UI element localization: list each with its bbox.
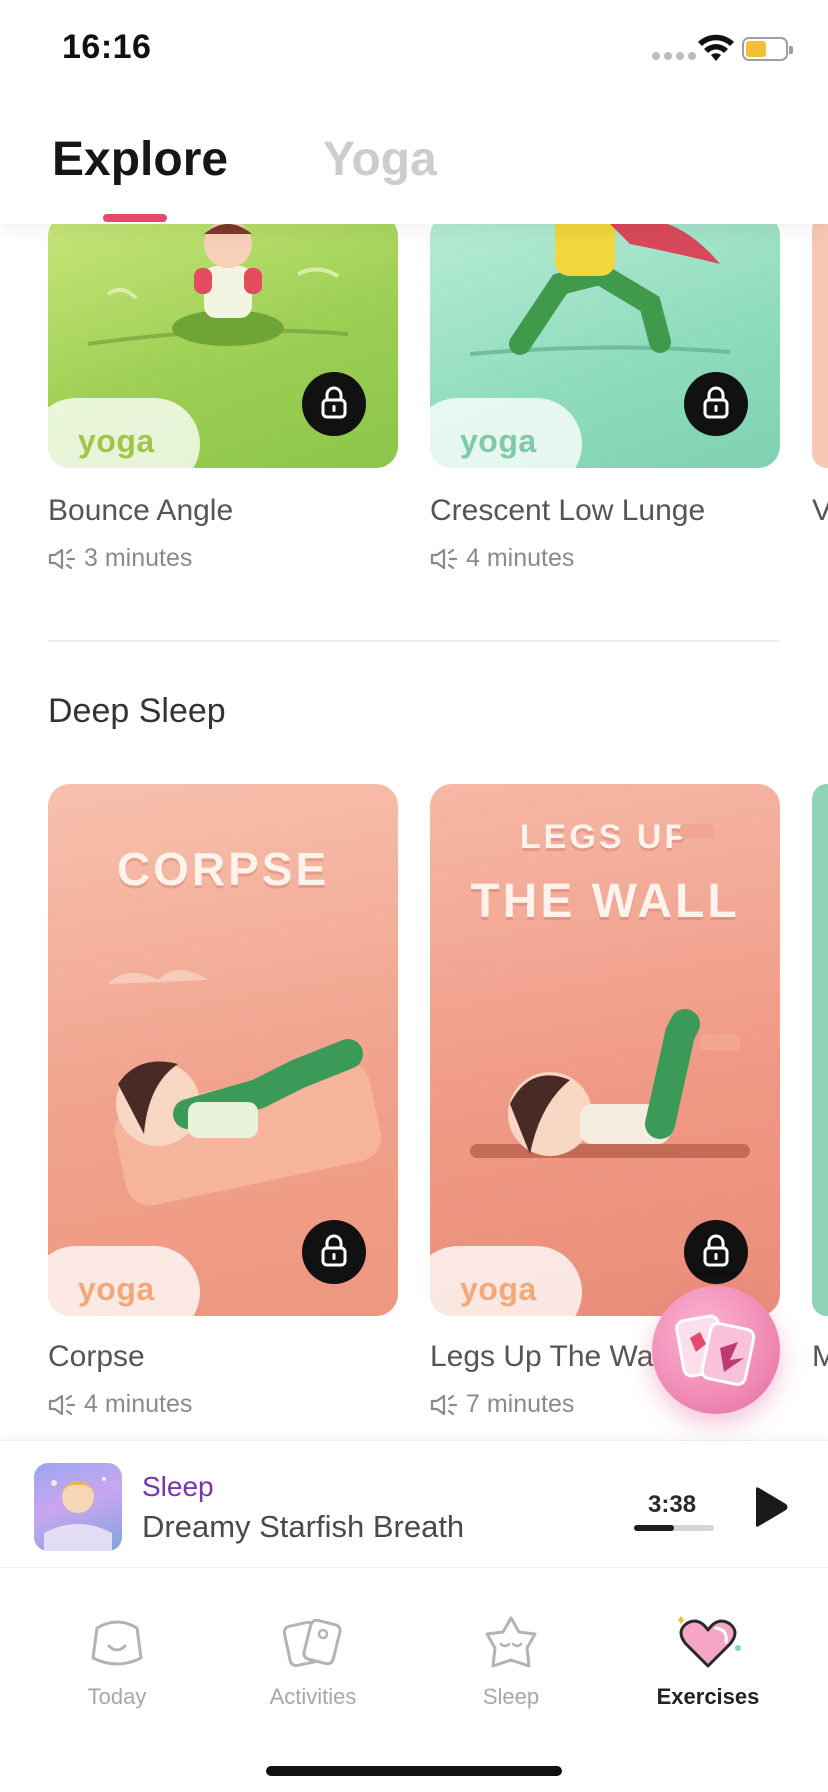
- nav-label: Activities: [269, 1684, 357, 1709]
- audio-icon: [430, 548, 458, 569]
- card-title: Legs Up The Wa: [430, 1340, 654, 1373]
- top-tab-bar: Explore Yoga: [0, 100, 828, 224]
- mini-player[interactable]: Sleep Dreamy Starfish Breath 3:38: [0, 1440, 828, 1568]
- heart-icon: [678, 1616, 741, 1668]
- nav-label: Today: [87, 1684, 147, 1709]
- card-partial[interactable]: [812, 784, 828, 1316]
- play-icon[interactable]: [748, 1485, 792, 1529]
- nav-label: Exercises: [656, 1684, 760, 1709]
- section-divider: [48, 640, 780, 642]
- status-time: 16:16: [62, 28, 152, 66]
- audio-icon: [48, 548, 76, 569]
- active-tab-indicator: [103, 214, 167, 222]
- yoga-label: yoga: [78, 423, 155, 459]
- player-time: 3:38: [648, 1491, 697, 1518]
- home-indicator: [266, 1766, 562, 1776]
- lock-icon: [684, 372, 748, 436]
- card-title: V: [812, 494, 828, 527]
- explore-content[interactable]: yoga yoga Bounce Angle 3 minutes Crescen…: [0, 224, 828, 1440]
- card-duration: 7 minutes: [430, 1390, 574, 1419]
- cards-icon: [282, 1618, 342, 1668]
- tab-explore[interactable]: Explore: [52, 132, 228, 187]
- wifi-icon: [698, 34, 734, 61]
- bottom-nav: Today Activities Sleep Exercises: [0, 1570, 828, 1792]
- player-track-title: Dreamy Starfish Breath: [142, 1509, 465, 1544]
- player-artwork: [34, 1463, 122, 1551]
- lock-icon: [302, 372, 366, 436]
- duration-text: 3 minutes: [84, 544, 193, 572]
- duration-text: 4 minutes: [84, 1390, 193, 1418]
- activity-cards-fab[interactable]: [652, 1286, 780, 1414]
- duration-text: 7 minutes: [466, 1390, 575, 1418]
- nav-item-sleep[interactable]: Sleep: [426, 1614, 596, 1710]
- player-progress-bar[interactable]: [634, 1525, 714, 1531]
- card-title: Crescent Low Lunge: [430, 494, 706, 527]
- audio-icon: [48, 1394, 76, 1415]
- nav-item-activities[interactable]: Activities: [228, 1614, 398, 1710]
- card-crescent-low-lunge[interactable]: yoga: [430, 224, 780, 468]
- nav-item-exercises[interactable]: Exercises: [623, 1614, 793, 1710]
- card-title: Bounce Angle: [48, 494, 234, 527]
- lock-icon: [302, 1220, 366, 1284]
- cellular-signal-icon: [652, 52, 696, 60]
- battery-icon: [742, 37, 793, 61]
- card-bounce-angle[interactable]: yoga: [48, 224, 398, 468]
- yoga-label: yoga: [460, 1271, 537, 1307]
- audio-icon: [430, 1394, 458, 1415]
- nav-label: Sleep: [482, 1684, 540, 1709]
- card-duration: 4 minutes: [430, 544, 574, 573]
- card-partial[interactable]: [812, 224, 828, 468]
- card-duration: 3 minutes: [48, 544, 192, 573]
- yoga-label: yoga: [78, 1271, 155, 1307]
- tab-yoga[interactable]: Yoga: [323, 132, 437, 187]
- nav-item-today[interactable]: Today: [32, 1614, 202, 1710]
- card-duration: 4 minutes: [48, 1390, 192, 1419]
- card-legs-up-the-wall[interactable]: LEGS UP THE WALL yoga: [430, 784, 780, 1316]
- face-icon: [91, 1620, 143, 1666]
- card-corpse[interactable]: CORPSE yoga: [48, 784, 398, 1316]
- section-title: Deep Sleep: [48, 692, 226, 730]
- player-category: Sleep: [142, 1471, 214, 1502]
- player-progress-fill: [634, 1525, 674, 1531]
- lock-icon: [684, 1220, 748, 1284]
- status-bar: 16:16: [0, 0, 828, 100]
- yoga-label: yoga: [460, 423, 537, 459]
- star-icon: [485, 1616, 537, 1668]
- card-title: Corpse: [48, 1340, 145, 1373]
- card-title: M: [812, 1340, 828, 1373]
- duration-text: 4 minutes: [466, 544, 575, 572]
- cards-icon: [675, 1314, 756, 1386]
